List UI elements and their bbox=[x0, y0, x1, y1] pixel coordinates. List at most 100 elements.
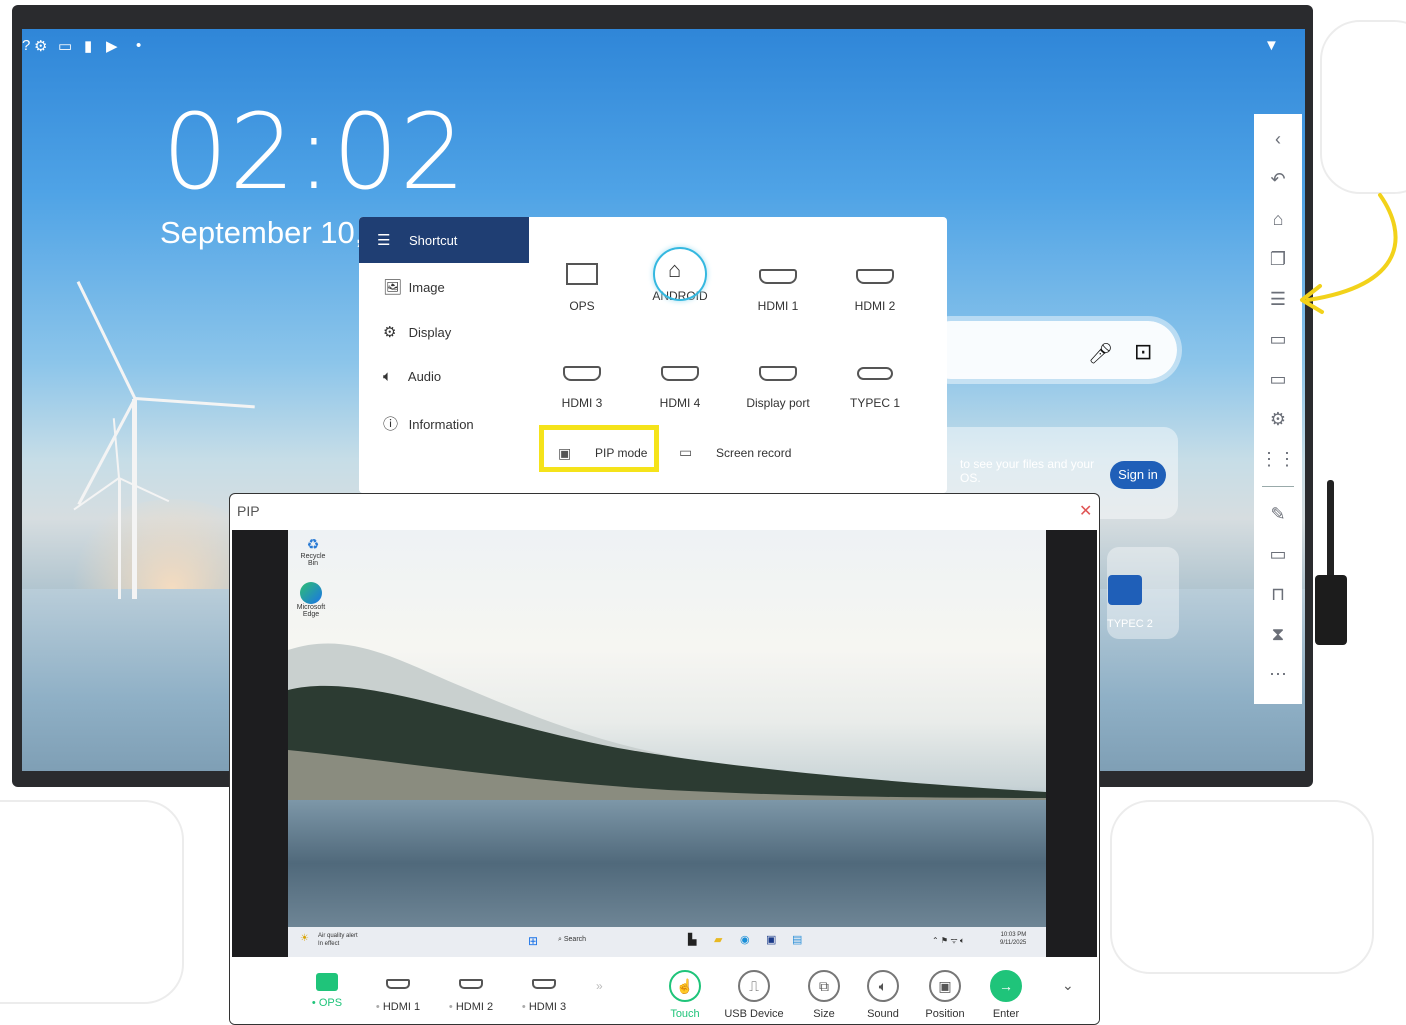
divider bbox=[1262, 486, 1294, 487]
source-label: Display port bbox=[746, 396, 810, 410]
source-hdmi3[interactable]: HDMI 3 bbox=[537, 354, 627, 410]
taskbar-search[interactable]: ⌕ Search bbox=[558, 936, 586, 944]
close-icon[interactable]: ✕ bbox=[1079, 501, 1092, 521]
pip-source-hdmi3[interactable]: • HDMI 3 bbox=[509, 957, 579, 1013]
signin-button[interactable]: Sign in bbox=[1110, 461, 1166, 489]
usb-device-button[interactable]: ⎍ USB Device bbox=[714, 957, 794, 1020]
hdmi-icon bbox=[856, 269, 894, 284]
touch-button[interactable]: ☝ Touch bbox=[645, 957, 725, 1020]
source-label: OPS bbox=[318, 997, 343, 1009]
settings-gear-icon[interactable]: ⚙ bbox=[34, 37, 47, 55]
tab-image[interactable]: 🖼︎ Image bbox=[383, 278, 445, 296]
edge-icon[interactable]: ◉ bbox=[740, 933, 750, 946]
settings-icon[interactable]: ⚙ bbox=[1254, 408, 1302, 430]
windows-desktop[interactable]: ♻ Recycle Bin Microsoft Edge ☀ Air quali… bbox=[288, 530, 1046, 957]
enter-button[interactable]: → Enter bbox=[966, 957, 1046, 1020]
source-hdmi4[interactable]: HDMI 4 bbox=[635, 354, 725, 410]
source-hdmi2[interactable]: HDMI 2 bbox=[830, 257, 920, 313]
tab-information[interactable]: ⓘ Information bbox=[383, 413, 474, 434]
lock-icon[interactable]: ⊓ bbox=[1254, 583, 1302, 605]
recycle-bin-icon: ♻ bbox=[306, 536, 320, 552]
ops-icon bbox=[316, 973, 338, 991]
source-android[interactable]: ⌂ ANDROID bbox=[635, 247, 725, 303]
pen-icon[interactable]: ✎ bbox=[1254, 503, 1302, 525]
touch-icon: ☝ bbox=[669, 970, 701, 1002]
source-typec1[interactable]: TYPEC 1 bbox=[830, 354, 920, 410]
back-icon[interactable]: ↶ bbox=[1254, 168, 1302, 190]
menu-icon[interactable]: ☰ bbox=[1254, 288, 1302, 310]
ops-icon bbox=[537, 257, 627, 287]
android-home-icon: ⌂ bbox=[635, 247, 725, 301]
tab-label: Display bbox=[408, 325, 452, 340]
pip-controls: • OPS • HDMI 1 • HDMI 2 • HDMI 3 » ☝ Tou… bbox=[230, 957, 1099, 1024]
collapse-chevron-icon[interactable]: ‹ bbox=[1254, 128, 1302, 150]
usb-icon[interactable]: ▮ bbox=[84, 37, 92, 55]
taskbar-app-icon[interactable]: ▙ bbox=[688, 933, 696, 946]
size-icon: ⧉ bbox=[808, 970, 840, 1002]
microphone-icon[interactable]: 🎤︎ bbox=[1088, 341, 1113, 366]
typec-icon bbox=[857, 367, 893, 380]
scroll-right-icon[interactable]: » bbox=[596, 979, 603, 993]
display-settings-icon: ⚙ bbox=[383, 324, 397, 341]
apps-icon[interactable]: ⋮⋮ bbox=[1254, 448, 1302, 470]
lake-reflection bbox=[288, 800, 1046, 927]
timer-icon[interactable]: ⧗ bbox=[1254, 623, 1302, 645]
active-dot: • bbox=[311, 997, 319, 1009]
youtube-icon[interactable]: ▶ bbox=[106, 37, 118, 55]
system-tray-icons[interactable]: ⌃ ⚑ ᯤ 🔈︎ bbox=[932, 935, 965, 946]
stylus-pen bbox=[1315, 480, 1347, 645]
desktop-icon-label: Recycle Bin bbox=[300, 553, 326, 567]
file-explorer-icon[interactable]: ▰ bbox=[714, 933, 722, 946]
record-icon[interactable]: ▭ bbox=[1254, 543, 1302, 565]
source-label: HDMI 3 bbox=[528, 1001, 567, 1013]
pip-source-ops[interactable]: • OPS bbox=[292, 957, 362, 1009]
more-icon[interactable]: ⋯ bbox=[1254, 663, 1302, 685]
pip-source-hdmi1[interactable]: • HDMI 1 bbox=[363, 957, 433, 1013]
source-hdmi1[interactable]: HDMI 1 bbox=[733, 257, 823, 313]
screen-record-button[interactable]: Screen record bbox=[716, 446, 791, 460]
background-doodle bbox=[1110, 800, 1374, 974]
hdmi-icon bbox=[459, 979, 483, 989]
source-ops[interactable]: OPS bbox=[537, 257, 627, 313]
pip-source-hdmi2[interactable]: • HDMI 2 bbox=[436, 957, 506, 1013]
tab-shortcut[interactable]: ☰ Shortcut bbox=[359, 217, 529, 263]
pip-icon: ▣ bbox=[558, 445, 572, 461]
cast-icon[interactable]: ▭ bbox=[58, 37, 72, 55]
desktop-icon-recycle-bin[interactable]: ♻ Recycle Bin bbox=[298, 536, 328, 567]
displayport-icon bbox=[759, 366, 797, 381]
weather-widget[interactable]: Air quality alert In effect bbox=[318, 932, 388, 948]
taskbar-clock[interactable]: 10:03 PM 9/11/2025 bbox=[1000, 931, 1026, 947]
yellow-arrow-icon bbox=[1300, 193, 1398, 314]
cast-icon[interactable]: ▭ bbox=[1254, 328, 1302, 350]
chevron-down-icon[interactable]: ⌄ bbox=[1062, 977, 1074, 994]
hdmi-icon bbox=[386, 979, 410, 989]
tab-display[interactable]: ⚙ Display bbox=[383, 323, 451, 341]
question-icon[interactable]: ? bbox=[22, 37, 30, 54]
screen-icon[interactable]: ▭ bbox=[1254, 368, 1302, 390]
hdmi-icon bbox=[532, 979, 556, 989]
typec2-label: TYPEC 2 bbox=[1107, 618, 1153, 630]
tab-audio[interactable]: 🔈︎ Audio bbox=[383, 368, 441, 385]
tab-label: Information bbox=[408, 417, 474, 432]
source-displayport[interactable]: Display port bbox=[733, 354, 823, 410]
info-icon: ⓘ bbox=[383, 416, 399, 433]
weather-icon: ☀ bbox=[300, 933, 309, 944]
home-icon[interactable]: ⌂ bbox=[1254, 208, 1302, 230]
pip-video[interactable]: ♻ Recycle Bin Microsoft Edge ☀ Air quali… bbox=[232, 530, 1097, 957]
app-icon[interactable]: ▤ bbox=[792, 933, 802, 946]
pip-window: PIP ✕ ♻ Recycle Bin Microsoft Edge ☀ Air… bbox=[229, 493, 1100, 1025]
control-label: Position bbox=[925, 1008, 965, 1020]
sliders-icon: ☰ bbox=[377, 232, 391, 249]
desktop-icon-label: Microsoft Edge bbox=[296, 604, 326, 618]
control-label: Sound bbox=[867, 1008, 899, 1020]
windows-start-icon[interactable]: ⊞ bbox=[528, 934, 538, 948]
desktop-icon-edge[interactable]: Microsoft Edge bbox=[294, 582, 328, 618]
pip-mode-button[interactable]: PIP mode bbox=[595, 446, 647, 460]
pip-title: PIP bbox=[237, 503, 260, 519]
store-icon[interactable]: ▣ bbox=[766, 933, 776, 946]
windows-icon[interactable]: ❐ bbox=[1254, 248, 1302, 270]
lens-camera-icon[interactable]: ⊡ bbox=[1134, 339, 1152, 365]
edge-icon bbox=[300, 582, 322, 604]
source-label: HDMI 2 bbox=[854, 299, 896, 313]
clock: 02:02 bbox=[162, 91, 467, 213]
